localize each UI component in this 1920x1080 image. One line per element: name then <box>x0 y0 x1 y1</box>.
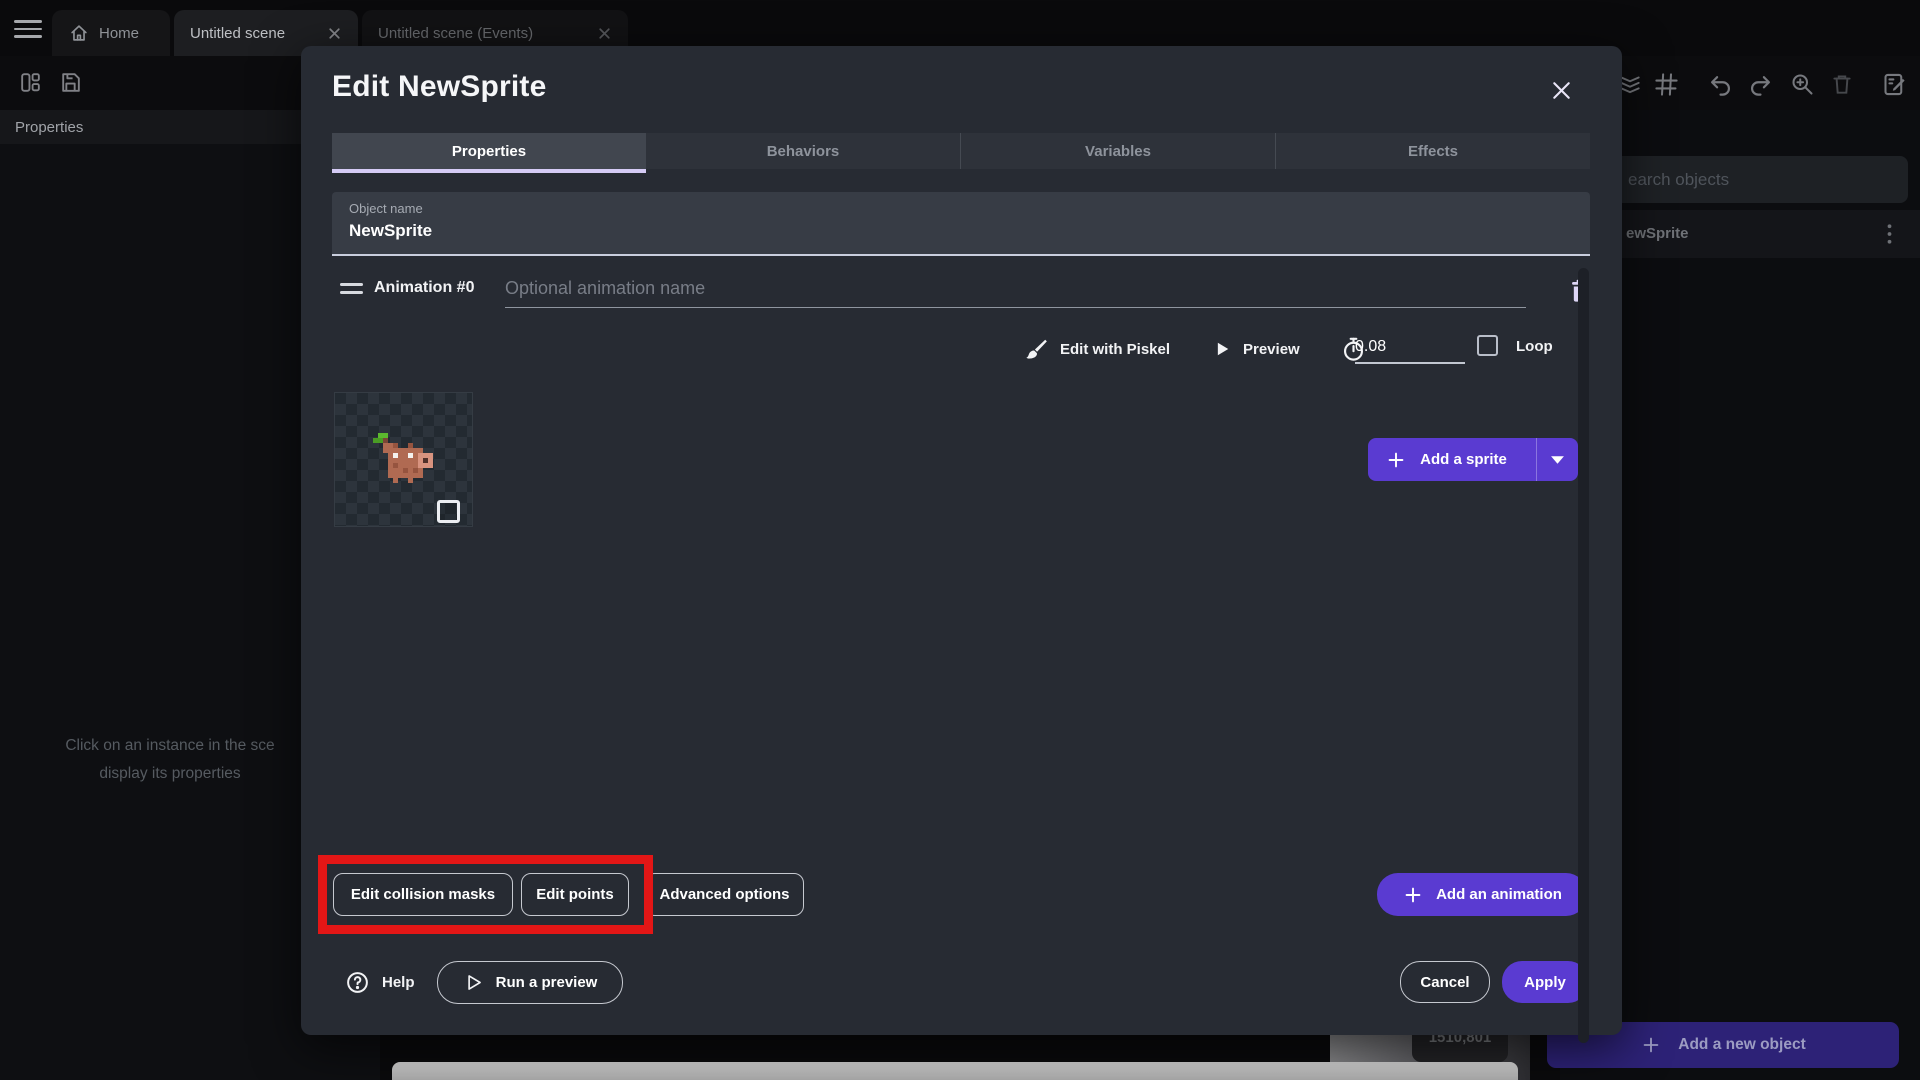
zoom-in-icon[interactable] <box>1788 70 1816 98</box>
advanced-options-button[interactable]: Advanced options <box>645 873 804 916</box>
redo-icon[interactable] <box>1746 70 1774 98</box>
dialog-scrollbar[interactable] <box>1578 268 1589 1043</box>
object-name-field[interactable]: Object name <box>332 192 1590 256</box>
kebab-menu-icon[interactable] <box>1881 223 1898 245</box>
animation-label: Animation #0 <box>374 279 475 296</box>
scene-window-edge <box>392 1062 1518 1080</box>
run-preview-button[interactable]: Run a preview <box>437 961 623 1004</box>
sprite-select-checkbox[interactable] <box>437 500 460 523</box>
chevron-down-icon <box>1550 455 1565 465</box>
sprite-thumbnail[interactable] <box>334 392 473 527</box>
add-animation-button[interactable]: Add an animation <box>1377 873 1587 916</box>
tab-untitled-scene-events-label: Untitled scene (Events) <box>378 24 534 42</box>
preview-button[interactable]: Preview <box>1212 330 1300 368</box>
search-objects-input[interactable] <box>1592 156 1908 203</box>
tab-variables[interactable]: Variables <box>960 133 1275 169</box>
animation-row: Animation #0 <box>332 270 1590 314</box>
tab-home-label: Home <box>99 24 140 42</box>
dialog-close-icon[interactable] <box>1545 74 1577 106</box>
save-icon[interactable] <box>56 68 84 96</box>
object-name-field-label: Object name <box>349 201 423 216</box>
home-icon <box>68 22 90 44</box>
object-name-label: ewSprite <box>1626 225 1689 242</box>
tab-properties[interactable]: Properties <box>332 133 646 173</box>
tab-untitled-scene-label: Untitled scene <box>190 24 286 42</box>
loop-checkbox[interactable] <box>1477 335 1498 356</box>
close-tab-icon[interactable] <box>327 26 342 41</box>
edit-scene-properties-icon[interactable] <box>1880 70 1908 98</box>
dialog-tab-bar: Properties Behaviors Variables Effects <box>332 133 1590 173</box>
grid-icon[interactable] <box>1652 70 1680 98</box>
properties-panel-title: Properties <box>15 118 84 136</box>
edit-object-dialog: Edit NewSprite Properties Behaviors Vari… <box>301 46 1622 1043</box>
loop-label: Loop <box>1516 338 1553 355</box>
sprite-image <box>373 433 438 488</box>
plus-icon <box>1402 884 1424 906</box>
brush-icon <box>1023 336 1049 362</box>
dialog-title: Edit NewSprite <box>332 70 547 103</box>
properties-empty-state: Click on an instance in the sce display … <box>65 737 275 782</box>
close-tab-icon[interactable] <box>597 26 612 41</box>
tab-effects[interactable]: Effects <box>1275 133 1590 169</box>
play-icon <box>1212 339 1232 359</box>
help-icon <box>345 970 370 995</box>
app-window: Home Untitled scene Untitled scene (Even… <box>0 0 1920 1080</box>
main-menu-icon[interactable] <box>14 20 42 38</box>
animation-name-input[interactable] <box>505 270 1526 308</box>
tab-home[interactable]: Home <box>52 10 170 56</box>
edit-with-piskel-button[interactable]: Edit with Piskel <box>1023 330 1170 368</box>
add-sprite-button[interactable]: Add a sprite <box>1368 438 1578 481</box>
plus-icon <box>1640 1034 1662 1056</box>
play-outline-icon <box>463 972 484 993</box>
animation-controls-row: Edit with Piskel Preview Loop <box>332 330 1590 370</box>
plus-icon <box>1385 449 1407 471</box>
edit-collision-masks-button[interactable]: Edit collision masks <box>333 873 513 916</box>
tab-behaviors[interactable]: Behaviors <box>646 133 960 169</box>
object-name-input[interactable] <box>349 221 1573 241</box>
apply-button[interactable]: Apply <box>1502 961 1588 1003</box>
time-between-frames-input[interactable] <box>1355 332 1465 364</box>
delete-icon[interactable] <box>1828 70 1856 98</box>
help-button[interactable]: Help <box>345 961 415 1004</box>
toggle-panels-icon[interactable] <box>16 68 44 96</box>
drag-handle-icon[interactable] <box>340 283 363 299</box>
undo-icon[interactable] <box>1706 70 1734 98</box>
add-sprite-main[interactable]: Add a sprite <box>1368 438 1524 481</box>
add-sprite-dropdown[interactable] <box>1536 438 1578 481</box>
cancel-button[interactable]: Cancel <box>1400 961 1490 1003</box>
edit-points-button[interactable]: Edit points <box>521 873 629 916</box>
